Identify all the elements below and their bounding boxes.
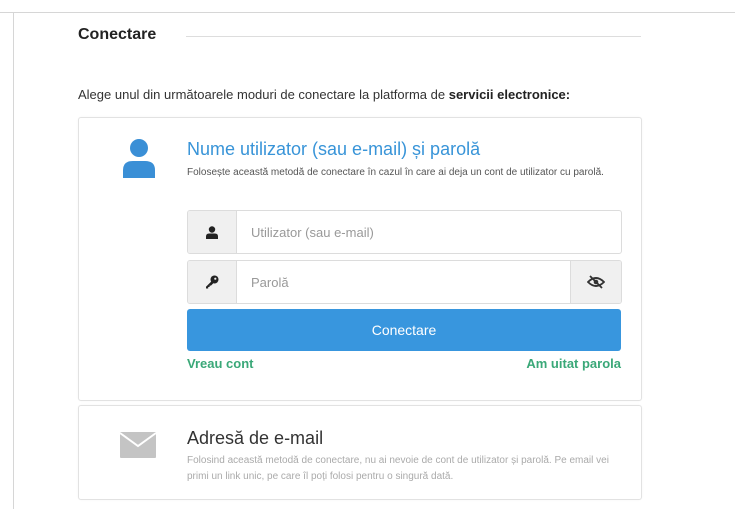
- username-input[interactable]: [237, 211, 621, 253]
- connect-button[interactable]: Conectare: [187, 309, 621, 351]
- login-card-description: Folosește această metodă de conectare în…: [187, 167, 604, 178]
- user-icon: [123, 139, 155, 178]
- intro-bold: servicii electronice:: [448, 87, 571, 102]
- envelope-icon: [119, 432, 157, 458]
- intro-text: Alege unul din următoarele moduri de con…: [78, 87, 570, 102]
- username-addon: [188, 211, 237, 253]
- register-link[interactable]: Vreau cont: [187, 356, 253, 371]
- user-small-icon: [206, 225, 218, 239]
- password-input[interactable]: [237, 261, 571, 303]
- forgot-password-link[interactable]: Am uitat parola: [526, 356, 621, 371]
- login-method-card: Nume utilizator (sau e-mail) și parolă F…: [78, 117, 642, 401]
- intro-prefix: Alege unul din următoarele moduri de con…: [78, 87, 449, 102]
- frame-left-border: [13, 12, 14, 509]
- password-input-group: [187, 260, 622, 304]
- email-method-card[interactable]: Adresă de e-mail Folosind această metodă…: [78, 405, 642, 500]
- email-card-description: Folosind această metodă de conectare, nu…: [187, 455, 609, 482]
- frame-top-border: [0, 12, 735, 13]
- login-card-heading: Nume utilizator (sau e-mail) și parolă: [187, 139, 481, 159]
- eye-slash-icon: [587, 275, 605, 289]
- title-divider: [186, 36, 641, 37]
- password-addon: [188, 261, 237, 303]
- key-icon: [206, 275, 219, 289]
- section-title: Conectare: [78, 26, 157, 43]
- username-input-group: [187, 210, 622, 254]
- toggle-password-visibility-button[interactable]: [570, 261, 621, 303]
- email-card-heading: Adresă de e-mail: [187, 428, 324, 448]
